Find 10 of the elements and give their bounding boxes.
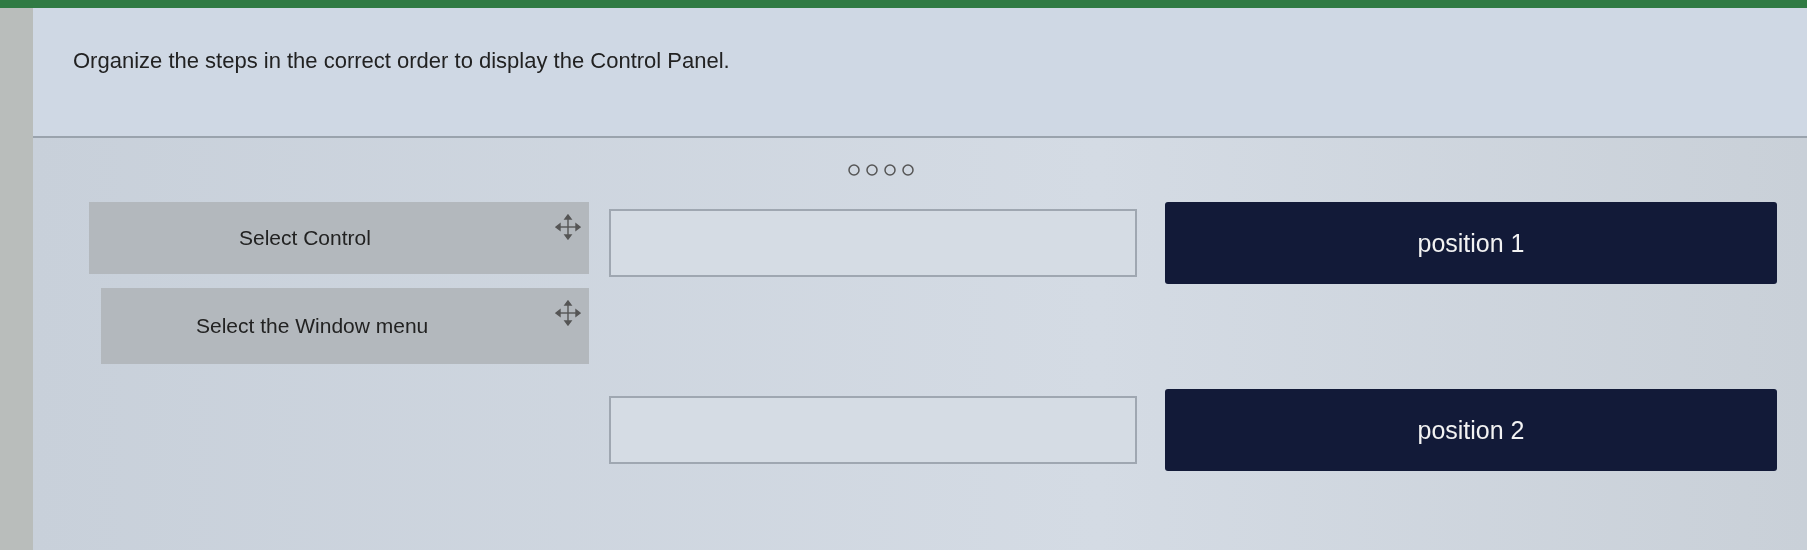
draggable-step[interactable]: Select Control (89, 202, 589, 274)
move-icon (555, 300, 581, 326)
drop-zone[interactable] (609, 209, 1137, 277)
draggable-step[interactable]: Select the Window menu (101, 288, 589, 364)
move-icon (555, 214, 581, 240)
position-label: position 1 (1165, 202, 1777, 284)
drop-zone[interactable] (609, 396, 1137, 464)
position-label: position 2 (1165, 389, 1777, 471)
question-text: Organize the steps in the correct order to display the Control Panel. (73, 48, 730, 73)
pagination-dots-icon (847, 163, 917, 177)
